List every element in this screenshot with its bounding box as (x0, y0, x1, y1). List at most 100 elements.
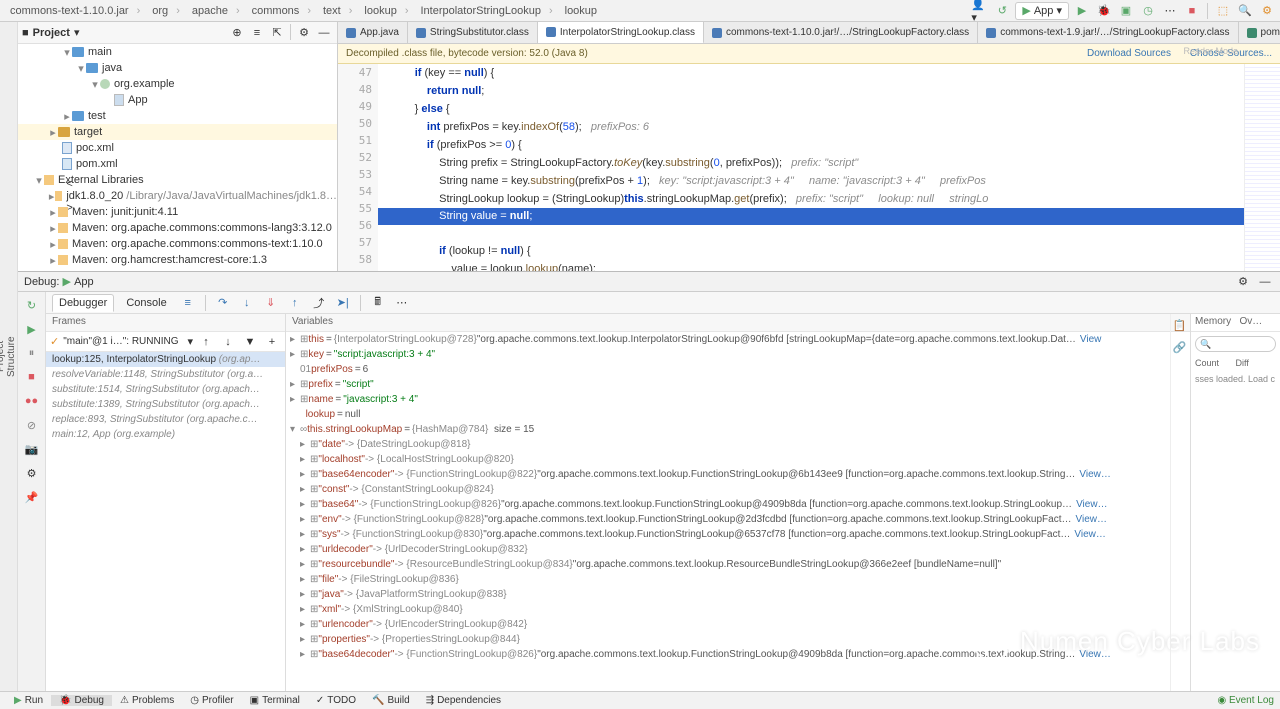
debug-button[interactable]: 🐞 (1095, 2, 1113, 20)
vcs-icon[interactable]: 👤▾ (971, 2, 989, 20)
var-row[interactable]: ▸⊞ "base64" -> {FunctionStringLookup@826… (286, 497, 1280, 512)
frames-list[interactable]: lookup:125, InterpolatorStringLookup (or… (46, 352, 285, 691)
tree-test[interactable]: ▸test (18, 108, 337, 124)
settings2-icon[interactable]: ⚙ (23, 464, 41, 482)
tab-subst[interactable]: StringSubstitutor.class (408, 22, 538, 43)
var-row[interactable]: ▸⊞ "urldecoder" -> {UrlDecoderStringLook… (286, 542, 1280, 557)
tree-pomxml[interactable]: pom.xml (18, 156, 337, 172)
tree-scratches[interactable]: ▸Scratches and Consoles (18, 268, 337, 271)
project-tree[interactable]: ▾main ▾java ▾org.example App ▸test ▸targ… (18, 44, 337, 271)
locate-icon[interactable]: ⊕ (228, 24, 246, 42)
frame-row[interactable]: main:12, App (org.example) (46, 427, 285, 442)
tree-pocxml[interactable]: poc.xml (18, 140, 337, 156)
tab-factory19[interactable]: commons-text-1.9.jar!/…/StringLookupFact… (978, 22, 1238, 43)
hide-icon[interactable]: — (315, 24, 333, 42)
tree-app[interactable]: App (18, 92, 337, 108)
force-step-into-icon[interactable]: ⇓ (262, 294, 280, 312)
todo-tool[interactable]: ✓TODO (308, 695, 364, 706)
tab-interp[interactable]: InterpolatorStringLookup.class (538, 22, 704, 44)
event-log[interactable]: ◉ Event Log (1217, 695, 1274, 706)
add-frame-icon[interactable]: + (263, 333, 281, 351)
var-row[interactable]: ▾∞ this.stringLookupMap = {HashMap@784} … (286, 422, 1280, 437)
git-icon[interactable]: ⬚ (1214, 2, 1232, 20)
var-row[interactable]: 01 prefixPos = 6 (286, 362, 1280, 377)
tree-mvn4[interactable]: ▸Maven: org.hamcrest:hamcrest-core:1.3 (18, 252, 337, 268)
pause-icon[interactable]: ⏸ (23, 344, 41, 362)
debug-settings-icon[interactable]: ⚙ (1234, 273, 1252, 291)
memory-search-input[interactable] (1195, 336, 1276, 352)
var-row[interactable]: ▸⊞ key = "script:javascript:3 + 4" (286, 347, 1280, 362)
var-row[interactable]: ▸⊞ "java" -> {JavaPlatformStringLookup@8… (286, 587, 1280, 602)
var-row[interactable]: ▸⊞ prefix = "script" (286, 377, 1280, 392)
var-row[interactable]: ▸⊞ this = {InterpolatorStringLookup@728}… (286, 332, 1280, 347)
tab-app[interactable]: App.java (338, 22, 408, 43)
tab-factory10[interactable]: commons-text-1.10.0.jar!/…/StringLookupF… (704, 22, 978, 43)
console-tab[interactable]: Console (120, 295, 172, 311)
tree-jdk[interactable]: ▸< jdk1.8.0_20 > /Library/Java/JavaVirtu… (18, 188, 337, 204)
mute-bp-icon[interactable]: ⊘ (23, 416, 41, 434)
attach-button[interactable]: ⋯ (1161, 2, 1179, 20)
deps-tool[interactable]: ⇶Dependencies (418, 695, 509, 706)
filter-frames-icon[interactable]: ▼ (241, 333, 259, 351)
project-tool[interactable]: Project (0, 22, 6, 691)
var-row[interactable]: ▸⊞ "base64encoder" -> {FunctionStringLoo… (286, 467, 1280, 482)
tab-pom[interactable]: pom.xml (A… (1239, 22, 1280, 43)
breakpoints-icon[interactable]: ●● (23, 392, 41, 410)
var-row[interactable]: ▸⊞ "const" -> {ConstantStringLookup@824} (286, 482, 1280, 497)
next-frame-icon[interactable]: ↓ (219, 333, 237, 351)
evaluate-icon[interactable]: 🖩 (369, 294, 387, 312)
terminal-tool[interactable]: ▣Terminal (242, 695, 308, 706)
structure-tool[interactable]: Structure (6, 22, 17, 691)
settings-icon[interactable]: ⚙ (1258, 2, 1276, 20)
drop-frame-icon[interactable]: ⤴ (310, 294, 328, 312)
memory-hint[interactable]: sses loaded. Load c (1191, 370, 1280, 388)
search-icon[interactable]: 🔍 (1236, 2, 1254, 20)
crumb-3[interactable]: commons (246, 5, 317, 17)
run-to-cursor-icon[interactable]: ➤| (334, 294, 352, 312)
crumb-7[interactable]: lookup (559, 5, 611, 17)
tree-mvn1[interactable]: ▸Maven: junit:junit:4.11 (18, 204, 337, 220)
var-row[interactable]: ▸⊞ "sys" -> {FunctionStringLookup@830} "… (286, 527, 1280, 542)
profiler-tool[interactable]: ◷Profiler (182, 695, 241, 706)
var-row[interactable]: ▸⊞ "date" -> {DateStringLookup@818} (286, 437, 1280, 452)
crumb-1[interactable]: org (146, 5, 186, 17)
threads-icon[interactable]: ≡ (179, 294, 197, 312)
tree-java[interactable]: ▾java (18, 60, 337, 76)
run-config-selector[interactable]: ▶ App ▾ (1015, 2, 1069, 20)
run-tool[interactable]: ▶Run (6, 695, 51, 706)
var-row[interactable]: ▸⊞ "env" -> {FunctionStringLookup@828} "… (286, 512, 1280, 527)
step-over-icon[interactable]: ↷ (214, 294, 232, 312)
build-tool[interactable]: 🔨Build (364, 695, 418, 706)
reader-mode-label[interactable]: Reader Mode (1181, 44, 1240, 58)
tree-mvn3[interactable]: ▸Maven: org.apache.commons:commons-text:… (18, 236, 337, 252)
camera-icon[interactable]: 📷 (23, 440, 41, 458)
coverage-button[interactable]: ▣ (1117, 2, 1135, 20)
debugger-tab[interactable]: Debugger (52, 294, 114, 312)
pin-icon[interactable]: 📌 (23, 488, 41, 506)
thread-selector[interactable]: ✓ "main"@1 i…": RUNNING ▾ ↑ ↓ ▼ + (46, 332, 285, 352)
debug-hide-icon[interactable]: — (1256, 273, 1274, 291)
tree-mvn2[interactable]: ▸Maven: org.apache.commons:commons-lang3… (18, 220, 337, 236)
stop-debug-icon[interactable]: ■ (23, 368, 41, 386)
var-row[interactable]: ▸⊞ "file" -> {FileStringLookup@836} (286, 572, 1280, 587)
settings-gear-icon[interactable]: ⚙ (295, 24, 313, 42)
problems-tool[interactable]: ⚠Problems (112, 695, 182, 706)
var-row[interactable]: ▸⊞ "resourcebundle" -> {ResourceBundleSt… (286, 557, 1280, 572)
frame-row[interactable]: replace:893, StringSubstitutor (org.apac… (46, 412, 285, 427)
var-row[interactable]: ▸⊞ "localhost" -> {LocalHostStringLookup… (286, 452, 1280, 467)
run-button[interactable]: ▶ (1073, 2, 1091, 20)
debug-config-name[interactable]: App (74, 276, 94, 288)
frame-row[interactable]: substitute:1514, StringSubstitutor (org.… (46, 382, 285, 397)
sync-icon[interactable]: ↺ (993, 2, 1011, 20)
crumb-6[interactable]: InterpolatorStringLookup (414, 5, 558, 17)
prev-frame-icon[interactable]: ↑ (197, 333, 215, 351)
crumb-4[interactable]: text (317, 5, 358, 17)
var-row[interactable]: ▸⊞ "xml" -> {XmlStringLookup@840} (286, 602, 1280, 617)
minimap[interactable] (1244, 64, 1280, 271)
code-area[interactable]: if (key == null) { return null; } else {… (378, 64, 1280, 271)
collapse-icon[interactable]: ⇱ (268, 24, 286, 42)
memory-ov[interactable]: Ov… (1236, 314, 1280, 331)
profile-button[interactable]: ◷ (1139, 2, 1157, 20)
resume-icon[interactable]: ▶ (23, 320, 41, 338)
crumb-0[interactable]: commons-text-1.10.0.jar (4, 5, 146, 17)
